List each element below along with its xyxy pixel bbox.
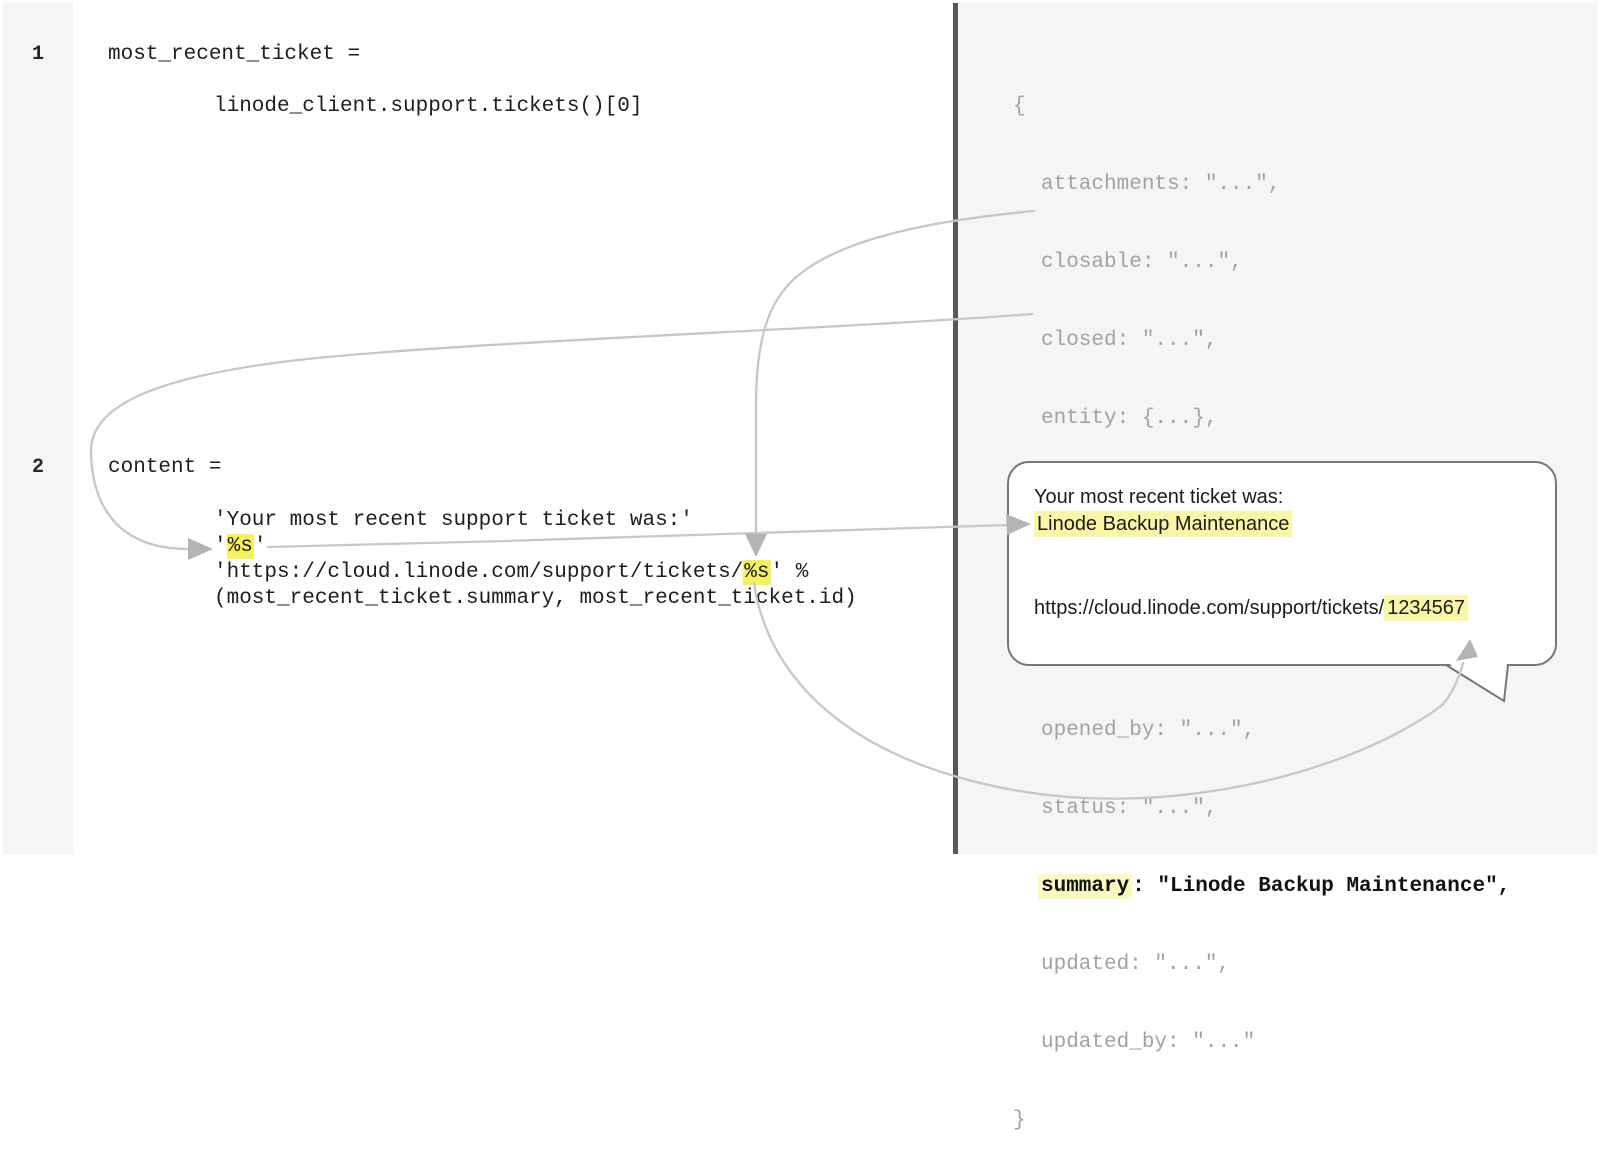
json-line-status: status: "...", bbox=[1013, 796, 1510, 822]
code-line-assignment-ticket: most_recent_ticket = bbox=[108, 42, 360, 68]
json-line-entity: entity: {...}, bbox=[1013, 406, 1510, 432]
json-line-updated: updated: "...", bbox=[1013, 952, 1510, 978]
code-line-assignment-content: content = bbox=[108, 455, 221, 481]
code-string-line-2: '%s' bbox=[214, 534, 266, 560]
code-string-line-3: 'https://cloud.linode.com/support/ticket… bbox=[214, 560, 808, 586]
quote: ' bbox=[214, 535, 227, 558]
json-line-closed: closed: "...", bbox=[1013, 328, 1510, 354]
url-prefix: https://cloud.linode.com/support/tickets… bbox=[1034, 597, 1384, 619]
ticket-title-highlight: Linode Backup Maintenance bbox=[1034, 511, 1292, 537]
placeholder-id-token: %s bbox=[743, 560, 770, 585]
arrowhead-down-url-placeholder bbox=[745, 534, 767, 557]
json-close-brace: } bbox=[1013, 1108, 1510, 1134]
json-line-closable: closable: "...", bbox=[1013, 250, 1510, 276]
json-line-attachments: attachments: "...", bbox=[1013, 172, 1510, 198]
json-line-summary: summary: "Linode Backup Maintenance", bbox=[1013, 874, 1510, 900]
ticket-id-highlight: 1234567 bbox=[1384, 595, 1468, 621]
code-string-line-1: 'Your most recent support ticket was:' bbox=[214, 508, 693, 534]
quote: ' bbox=[254, 535, 267, 558]
format-operator: ' % bbox=[771, 561, 809, 584]
bubble-ticket-title: Linode Backup Maintenance bbox=[1034, 511, 1292, 538]
code-line-tickets-call: linode_client.support.tickets()[0] bbox=[214, 94, 642, 120]
json-open-brace: { bbox=[1013, 94, 1510, 120]
code-string-line-4: (most_recent_ticket.summary, most_recent… bbox=[214, 586, 857, 612]
line-number-1: 1 bbox=[3, 42, 73, 68]
bubble-ticket-url: https://cloud.linode.com/support/tickets… bbox=[1034, 595, 1468, 622]
json-key-summary-highlight: summary bbox=[1038, 874, 1132, 899]
json-line-opened-by: opened_by: "...", bbox=[1013, 718, 1510, 744]
output-speech-bubble: Your most recent ticket was: Linode Back… bbox=[1007, 461, 1557, 666]
bubble-intro-text: Your most recent ticket was: bbox=[1034, 484, 1283, 511]
panel-divider bbox=[953, 3, 958, 854]
line-number-2: 2 bbox=[3, 455, 73, 481]
arrowhead-right-placeholder bbox=[188, 538, 213, 560]
url-string: 'https://cloud.linode.com/support/ticket… bbox=[214, 561, 743, 584]
json-line-updated-by: updated_by: "..." bbox=[1013, 1030, 1510, 1056]
placeholder-summary-token: %s bbox=[227, 534, 254, 559]
line-number-gutter bbox=[3, 3, 73, 854]
